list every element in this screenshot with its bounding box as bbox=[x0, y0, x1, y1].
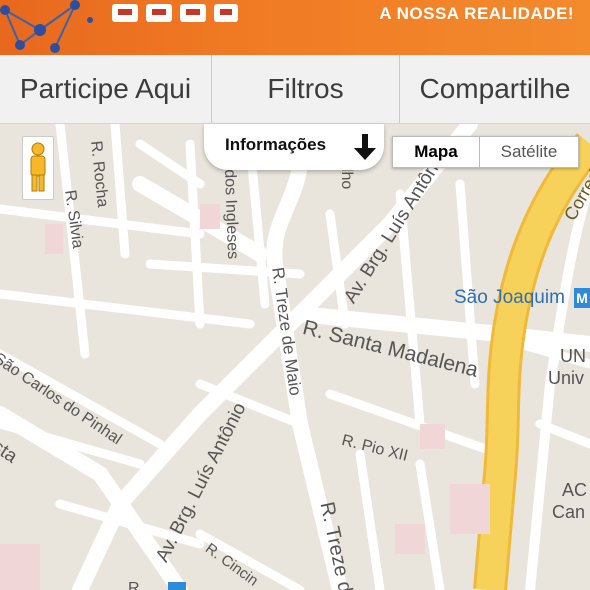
info-toggle[interactable]: Informações bbox=[204, 124, 384, 170]
metro-icon[interactable]: M bbox=[574, 288, 590, 308]
tab-filtros[interactable]: Filtros bbox=[211, 55, 399, 123]
place-label-bottom: R bbox=[128, 580, 140, 590]
ballot-boxes-icon bbox=[112, 4, 238, 22]
place-label-sao-joaquim: São Joaquim bbox=[454, 287, 565, 308]
tab-bar: Participe Aqui Filtros Compartilhe bbox=[0, 55, 590, 124]
banner-tagline: A NOSSA REALIDADE! bbox=[379, 4, 574, 23]
map-type-map-button[interactable]: Mapa bbox=[392, 136, 480, 168]
place-label-ac: AC bbox=[562, 480, 588, 500]
map-type-satellite-button[interactable]: Satélite bbox=[480, 136, 579, 168]
top-banner: A NOSSA REALIDADE! bbox=[0, 0, 590, 55]
street-label-ingleses: dos Ingleses bbox=[221, 169, 242, 260]
metro-icon-bottom[interactable] bbox=[168, 582, 186, 590]
place-label-univ: Univ bbox=[548, 368, 585, 388]
map-view[interactable]: R. Rocha R. Silvia dos Ingleses alho R. … bbox=[0, 124, 590, 590]
arrow-down-icon bbox=[354, 134, 376, 160]
pegman-control[interactable] bbox=[22, 136, 54, 200]
pegman-icon bbox=[30, 142, 46, 192]
tab-compartilhe[interactable]: Compartilhe bbox=[399, 55, 590, 123]
map-type-control: Mapa Satélite bbox=[392, 136, 579, 168]
place-label-can: Can bbox=[552, 502, 586, 522]
info-label: Informações bbox=[225, 135, 327, 154]
tab-participe-aqui[interactable]: Participe Aqui bbox=[0, 55, 211, 123]
place-label-un: UN bbox=[560, 346, 586, 366]
network-logo-icon bbox=[0, 0, 93, 53]
